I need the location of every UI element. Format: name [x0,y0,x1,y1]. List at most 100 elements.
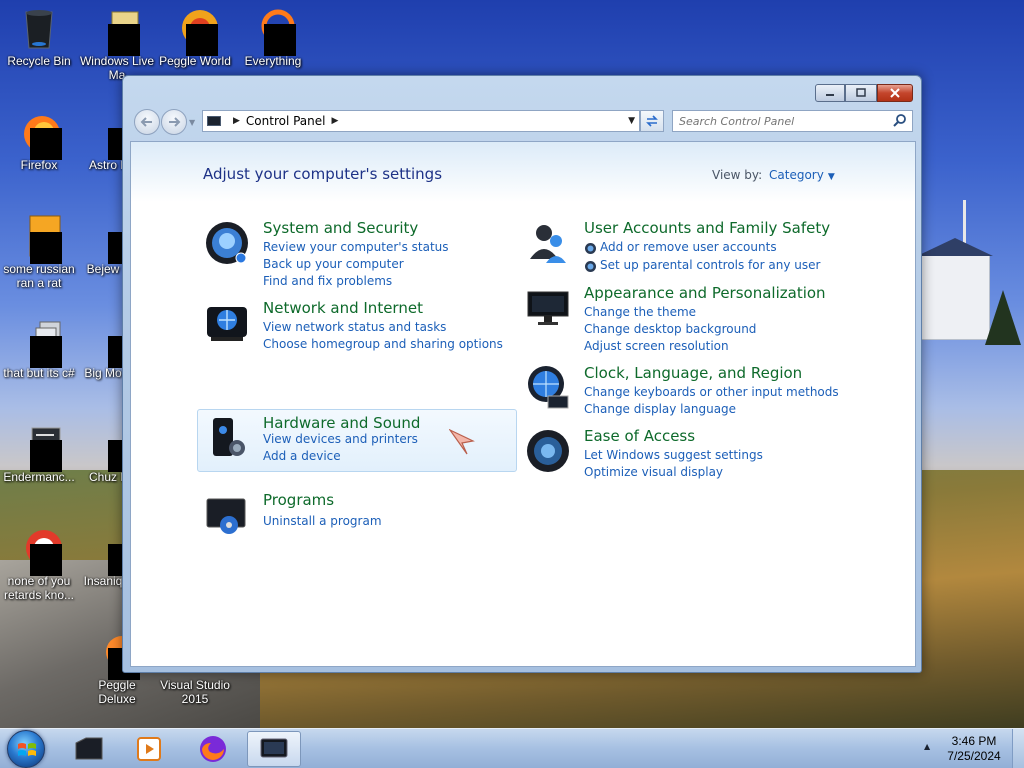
category-title[interactable]: Clock, Language, and Region [584,364,802,382]
recycle-bin-icon [16,6,62,52]
system-clock[interactable]: 3:46 PM 7/25/2024 [938,734,1010,764]
link-find-fix-problems[interactable]: Find and fix problems [263,274,392,288]
content-pane: Adjust your computer's settings View by:… [130,141,916,667]
minimize-icon [826,94,834,96]
ease-of-access-icon[interactable] [524,427,572,475]
category-title[interactable]: User Accounts and Family Safety [584,219,830,237]
desktop-icon-peggle-world[interactable]: Peggle World [156,6,234,68]
system-security-icon[interactable] [203,219,251,267]
desktop-icon-everything[interactable]: Everything [234,6,312,68]
search-icon[interactable] [892,113,908,129]
wallpaper-house [917,238,993,340]
link-add-remove-accounts[interactable]: Add or remove user accounts [600,240,777,254]
redacted-block [186,24,218,56]
desktop-icon-label: Visual Studio 2015 [160,678,230,706]
address-dropdown-icon[interactable]: ▼ [628,116,635,126]
link-back-up[interactable]: Back up your computer [263,257,404,271]
control-panel-icon [260,738,288,758]
breadcrumb-control-panel[interactable]: Control Panel [246,114,326,128]
start-button[interactable] [7,730,45,768]
recent-pages-chevron-icon[interactable]: ▼ [189,118,195,127]
desktop-icon-windows-live-mail[interactable]: Windows Live Ma [78,6,156,82]
programs-icon[interactable] [203,491,251,539]
redacted-block [264,24,296,56]
link-optimize-visual[interactable]: Optimize visual display [584,465,723,479]
view-by-dropdown[interactable]: Category ▼ [769,168,835,182]
taskbar-explorer-button[interactable] [62,731,116,767]
link-display-language[interactable]: Change display language [584,402,736,416]
close-icon [890,88,900,98]
tray-expand-icon[interactable]: ▲ [924,742,930,751]
desktop-icon-label: Everything [244,54,302,68]
desktop-icon-label: Recycle Bin [7,54,71,68]
appearance-icon[interactable] [524,284,572,332]
address-bar[interactable]: ▶ Control Panel ▶ ▼ [202,110,640,132]
taskbar-media-player-button[interactable] [122,731,176,767]
clock-language-icon[interactable] [524,364,572,412]
link-review-status[interactable]: Review your computer's status [263,240,449,254]
refresh-icon [646,115,658,127]
search-box[interactable] [672,110,913,132]
close-button[interactable] [877,84,913,102]
window-caption-buttons [815,84,913,102]
shortcut-icon [16,422,62,472]
desktop-icon-label: Endermanc... [3,470,75,484]
link-network-status[interactable]: View network status and tasks [263,320,446,334]
forward-button[interactable] [161,109,187,135]
link-keyboards-input[interactable]: Change keyboards or other input methods [584,385,839,399]
taskbar: ▲ 3:46 PM 7/25/2024 [0,728,1024,768]
link-change-theme[interactable]: Change the theme [584,305,696,319]
desktop-icon-that-but-its-csharp[interactable]: that but its c# [0,318,78,380]
category-title[interactable]: Ease of Access [584,427,695,445]
link-parental-controls[interactable]: Set up parental controls for any user [600,258,820,272]
refresh-button[interactable] [640,110,664,132]
category-title[interactable]: Hardware and Sound [263,414,420,432]
mail-icon [94,6,140,56]
desktop-icon-some-russian[interactable]: e some russian ran a rat [0,214,78,290]
link-windows-suggest-settings[interactable]: Let Windows suggest settings [584,448,763,462]
taskbar-firefox-button[interactable] [186,731,240,767]
control-panel-window: ▼ ▶ Control Panel ▶ ▼ Adjust your comput… [122,75,922,673]
desktop-icon-label: that but its c# [3,366,75,380]
minimize-button[interactable] [815,84,845,102]
maximize-button[interactable] [845,84,877,102]
desktop-icon-label: Firefox [20,158,58,172]
windows-logo-icon [18,743,36,756]
category-title[interactable]: Network and Internet [263,299,423,317]
firefox-icon [200,736,226,762]
shortcut-icon: e [16,214,62,264]
redacted-block [30,440,62,472]
globe-bullet-icon [585,261,596,272]
desktop-icon-endermanc[interactable]: Endermanc... [0,422,78,484]
clock-time: 3:46 PM [951,734,997,748]
link-add-device[interactable]: Add a device [263,449,341,463]
view-by-label: View by: [712,168,763,182]
category-title[interactable]: Programs [263,491,334,509]
link-desktop-background[interactable]: Change desktop background [584,322,756,336]
link-homegroup-sharing[interactable]: Choose homegroup and sharing options [263,337,503,351]
page-title: Adjust your computer's settings [203,165,443,183]
show-desktop-button[interactable] [1012,729,1024,768]
back-button[interactable] [134,109,160,135]
desktop-icon-recycle-bin[interactable]: Recycle Bin [0,6,78,68]
category-title[interactable]: System and Security [263,219,418,237]
redacted-block [30,544,62,576]
breadcrumb-chevron-icon[interactable]: ▶ [233,116,240,126]
taskbar-control-panel-button[interactable] [247,731,301,767]
media-player-icon [137,737,161,761]
link-devices-printers[interactable]: View devices and printers [263,432,418,446]
breadcrumb-chevron-icon[interactable]: ▶ [332,116,339,126]
view-by-value: Category [769,168,824,182]
link-screen-resolution[interactable]: Adjust screen resolution [584,339,729,353]
desktop-icon-none-of-you[interactable]: none of you retards kno... [0,526,78,602]
link-uninstall-program[interactable]: Uninstall a program [263,514,382,528]
hardware-sound-icon[interactable] [203,414,251,462]
search-input[interactable] [673,111,883,131]
redacted-block [108,24,140,56]
network-icon[interactable] [203,299,251,347]
desktop-icon-firefox[interactable]: Firefox [0,110,78,172]
desktop-icon-label: Peggle World [159,54,231,68]
game-icon [172,6,218,56]
category-title[interactable]: Appearance and Personalization [584,284,826,302]
user-accounts-icon[interactable] [524,219,572,267]
